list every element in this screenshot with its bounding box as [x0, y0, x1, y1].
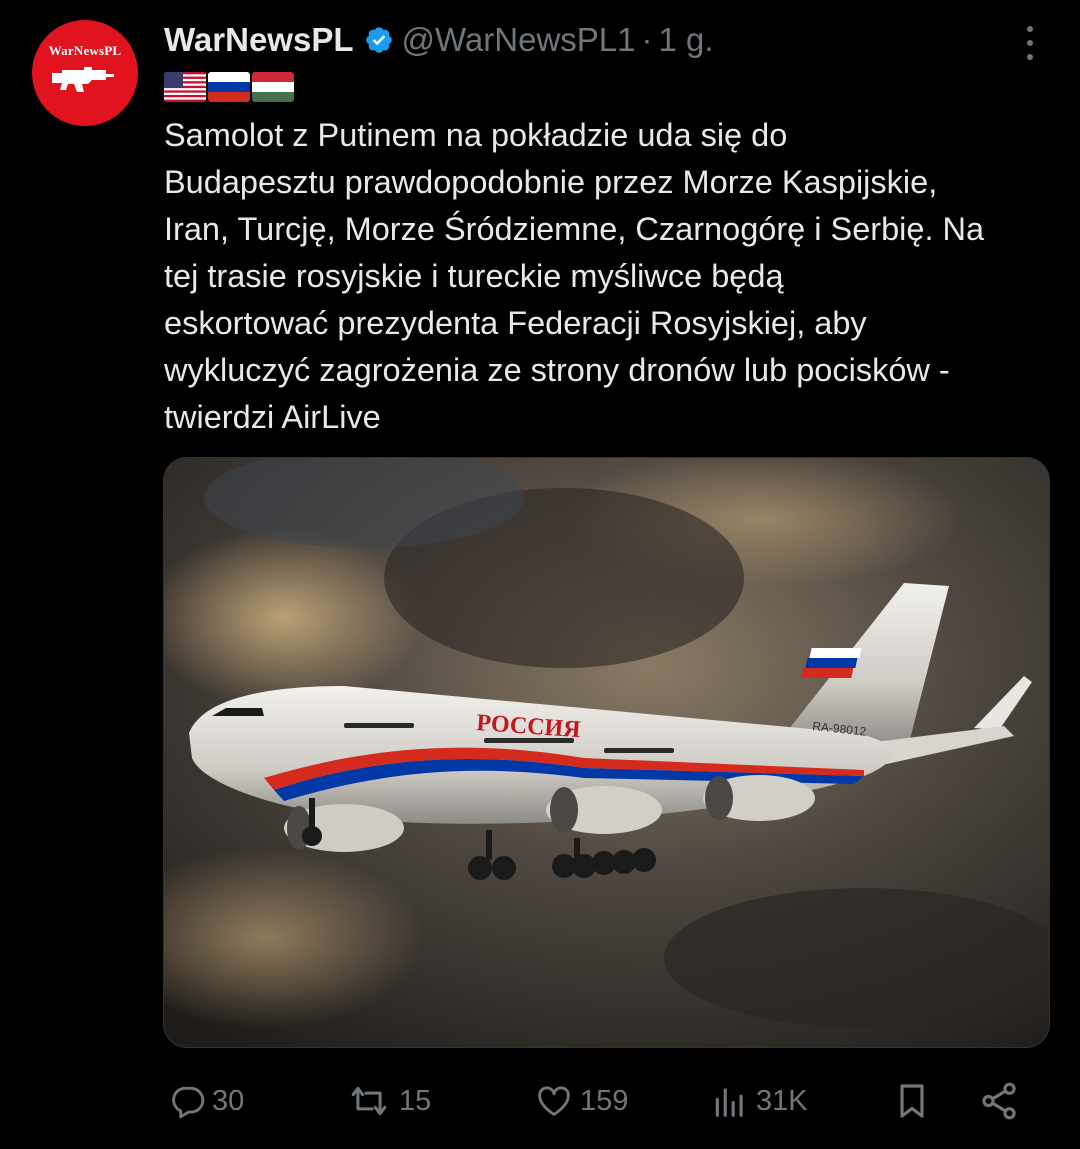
share-button[interactable]: [978, 1070, 1026, 1132]
flag-emojis: [164, 72, 294, 102]
handle[interactable]: @WarNewsPL1: [402, 21, 636, 59]
reply-icon: [168, 1082, 206, 1120]
tweet-header: WarNewsPL @WarNewsPL1 · 1 g.: [164, 18, 1040, 62]
timestamp[interactable]: 1 g.: [659, 21, 714, 59]
like-count: 159: [580, 1084, 629, 1117]
share-icon: [978, 1080, 1020, 1122]
repost-count: 15: [399, 1084, 432, 1117]
view-count: 31K: [756, 1084, 808, 1117]
like-button[interactable]: 159: [534, 1070, 628, 1132]
bookmark-icon: [892, 1080, 932, 1122]
verified-badge-icon: [364, 25, 394, 55]
repost-button[interactable]: 15: [345, 1070, 431, 1132]
avatar-logo-text: WarNewsPL: [48, 43, 122, 58]
separator-dot: ·: [641, 21, 653, 58]
hu-flag-icon: [252, 72, 294, 102]
views-button[interactable]: 31K: [710, 1070, 808, 1132]
bookmark-button[interactable]: [892, 1070, 938, 1132]
tweet-image[interactable]: РОССИЯ RA-98012: [163, 457, 1050, 1048]
tweet-text: Samolot z Putinem na pokładzie uda się d…: [164, 117, 985, 435]
views-chart-icon: [710, 1082, 750, 1120]
us-flag-icon: [164, 72, 206, 102]
ru-flag-icon: [208, 72, 250, 102]
repost-icon: [345, 1082, 393, 1120]
heart-icon: [534, 1082, 574, 1120]
rifle-icon: [52, 67, 114, 92]
reply-button[interactable]: 30: [168, 1070, 244, 1132]
action-bar: 30 15 159 31K: [0, 1070, 1080, 1132]
reply-count: 30: [212, 1084, 245, 1117]
more-options-icon[interactable]: [1022, 26, 1038, 60]
avatar[interactable]: WarNewsPL: [32, 20, 138, 126]
display-name[interactable]: WarNewsPL: [164, 21, 354, 59]
